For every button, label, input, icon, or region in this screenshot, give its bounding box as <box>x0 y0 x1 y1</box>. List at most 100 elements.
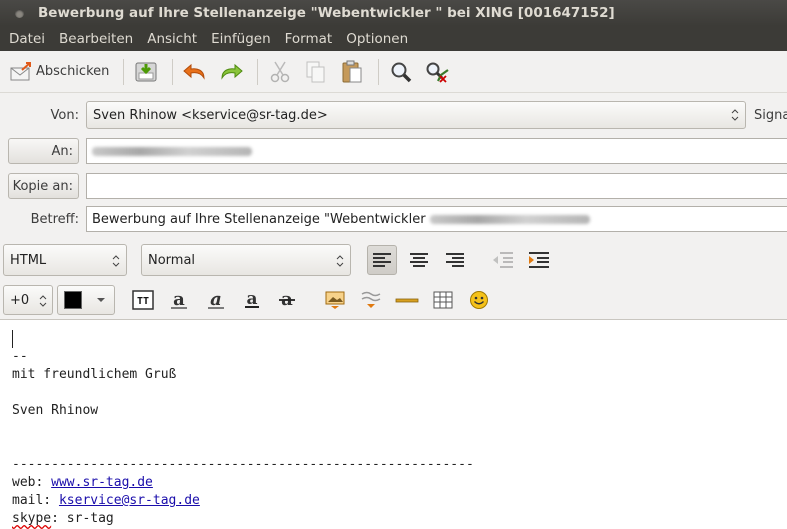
subject-value: Bewerbung auf Ihre Stellenanzeige "Weben… <box>92 211 426 227</box>
copy-button[interactable] <box>300 56 332 88</box>
table-icon <box>433 291 453 309</box>
paragraph-style-value: Normal <box>148 252 196 268</box>
undo-button[interactable] <box>179 56 211 88</box>
spellcheck-icon <box>426 62 450 83</box>
horizontal-rule-icon <box>395 298 419 303</box>
insert-table-button[interactable] <box>428 285 458 315</box>
menu-format[interactable]: Format <box>278 31 340 47</box>
body-line <box>12 384 787 402</box>
menu-datei[interactable]: Datei <box>2 31 52 47</box>
paragraph-style-select[interactable]: Normal <box>141 244 351 276</box>
outdent-button[interactable] <box>488 245 518 275</box>
font-size-value: +0 <box>10 292 30 308</box>
cc-button[interactable]: Kopie an: <box>8 173 79 199</box>
title-bar: Bewerbung auf Ihre Stellenanzeige "Weben… <box>0 0 787 26</box>
subject-field[interactable]: Bewerbung auf Ihre Stellenanzeige "Weben… <box>86 206 787 232</box>
to-field[interactable] <box>86 138 787 164</box>
italic-button[interactable]: a <box>201 285 231 315</box>
indent-icon <box>529 252 549 268</box>
cc-field[interactable] <box>86 173 787 199</box>
from-select[interactable]: Sven Rhinow <kservice@sr-tag.de> <box>86 101 746 129</box>
mail-line: mail: kservice@sr-tag.de <box>12 492 787 510</box>
send-button[interactable]: Abschicken <box>6 56 113 88</box>
copy-icon <box>306 61 325 82</box>
paste-clipboard-icon <box>342 60 362 82</box>
align-left-button[interactable] <box>367 245 397 275</box>
body-line: -- <box>12 349 28 364</box>
cc-button-label: Kopie an: <box>12 178 73 194</box>
svg-text:a: a <box>210 290 222 310</box>
find-button[interactable] <box>385 56 417 88</box>
from-value: Sven Rhinow <kservice@sr-tag.de> <box>93 107 328 123</box>
italic-icon: a <box>208 290 224 310</box>
strikethrough-button[interactable]: a <box>272 285 302 315</box>
spellcheck-button[interactable] <box>421 56 453 88</box>
mail-label: mail: <box>12 493 59 508</box>
magnifier-icon <box>391 62 412 82</box>
subject-row: Betreff: Bewerbung auf Ihre Stellenanzei… <box>0 205 787 233</box>
smiley-icon <box>470 291 488 309</box>
text-caret <box>12 330 13 348</box>
link-icon <box>361 291 381 308</box>
web-line: web: www.sr-tag.de <box>12 474 787 492</box>
font-size-select[interactable]: +0 <box>3 285 53 315</box>
text-color-button[interactable] <box>57 285 115 315</box>
align-right-button[interactable] <box>440 245 470 275</box>
send-mail-icon <box>10 61 31 80</box>
skype-value: : sr-tag <box>51 511 114 526</box>
teletype-icon: TT <box>132 290 154 310</box>
paragraph-mode-select[interactable]: HTML <box>3 244 127 276</box>
mail-link[interactable]: kservice@sr-tag.de <box>59 493 200 508</box>
align-right-icon <box>446 253 464 267</box>
teletype-button[interactable]: TT <box>128 285 158 315</box>
signature-separator: ----------------------------------------… <box>12 457 474 472</box>
window-title: Bewerbung auf Ihre Stellenanzeige "Weben… <box>38 5 615 21</box>
message-body-editor[interactable]: -- mit freundlichem Gruß Sven Rhinow ---… <box>0 319 787 529</box>
redacted-subject-part <box>429 214 590 224</box>
redacted-recipient <box>92 146 252 156</box>
skype-label: skype <box>12 511 52 526</box>
indent-button[interactable] <box>524 245 554 275</box>
from-row: Von: Sven Rhinow <kservice@sr-tag.de> Si… <box>0 101 787 129</box>
bold-icon: a <box>171 290 187 310</box>
toolbar-separator <box>172 58 174 85</box>
main-toolbar: Abschicken <box>0 51 787 93</box>
insert-image-button[interactable] <box>320 285 350 315</box>
image-icon <box>325 291 345 309</box>
body-line <box>12 330 787 348</box>
updown-arrows-icon <box>336 255 344 267</box>
save-button[interactable] <box>130 56 162 88</box>
insert-smiley-button[interactable] <box>464 285 494 315</box>
text-color-swatch <box>64 291 82 309</box>
body-line <box>12 438 787 456</box>
from-label: Von: <box>50 107 79 123</box>
body-line: mit freundlichem Gruß <box>12 367 177 382</box>
paste-button[interactable] <box>336 56 368 88</box>
redo-icon <box>221 63 244 80</box>
menu-bearbeiten[interactable]: Bearbeiten <box>52 31 140 47</box>
menu-ansicht[interactable]: Ansicht <box>140 31 204 47</box>
underline-icon: a <box>245 290 259 309</box>
to-button[interactable]: An: <box>8 138 79 164</box>
subject-label: Betreff: <box>30 211 79 227</box>
dropdown-arrow-icon <box>97 298 105 302</box>
paragraph-mode-value: HTML <box>10 252 47 268</box>
signature-label: Signa <box>754 107 787 123</box>
web-link[interactable]: www.sr-tag.de <box>51 475 153 490</box>
outdent-icon <box>493 252 513 268</box>
redo-button[interactable] <box>215 56 247 88</box>
menu-bar: Datei Bearbeiten Ansicht Einfügen Format… <box>0 26 787 51</box>
bold-button[interactable]: a <box>164 285 194 315</box>
menu-optionen[interactable]: Optionen <box>339 31 415 47</box>
skype-line: skype: sr-tag <box>12 510 787 528</box>
underline-button[interactable]: a <box>237 285 267 315</box>
toolbar-separator <box>378 58 380 85</box>
insert-link-button[interactable] <box>356 285 386 315</box>
cut-button[interactable] <box>264 56 296 88</box>
menu-einfuegen[interactable]: Einfügen <box>204 31 278 47</box>
svg-text:TT: TT <box>137 296 149 307</box>
body-line: Sven Rhinow <box>12 403 99 418</box>
align-center-button[interactable] <box>404 245 434 275</box>
window-menu-icon[interactable] <box>15 8 24 18</box>
horizontal-rule-button[interactable] <box>392 285 422 315</box>
